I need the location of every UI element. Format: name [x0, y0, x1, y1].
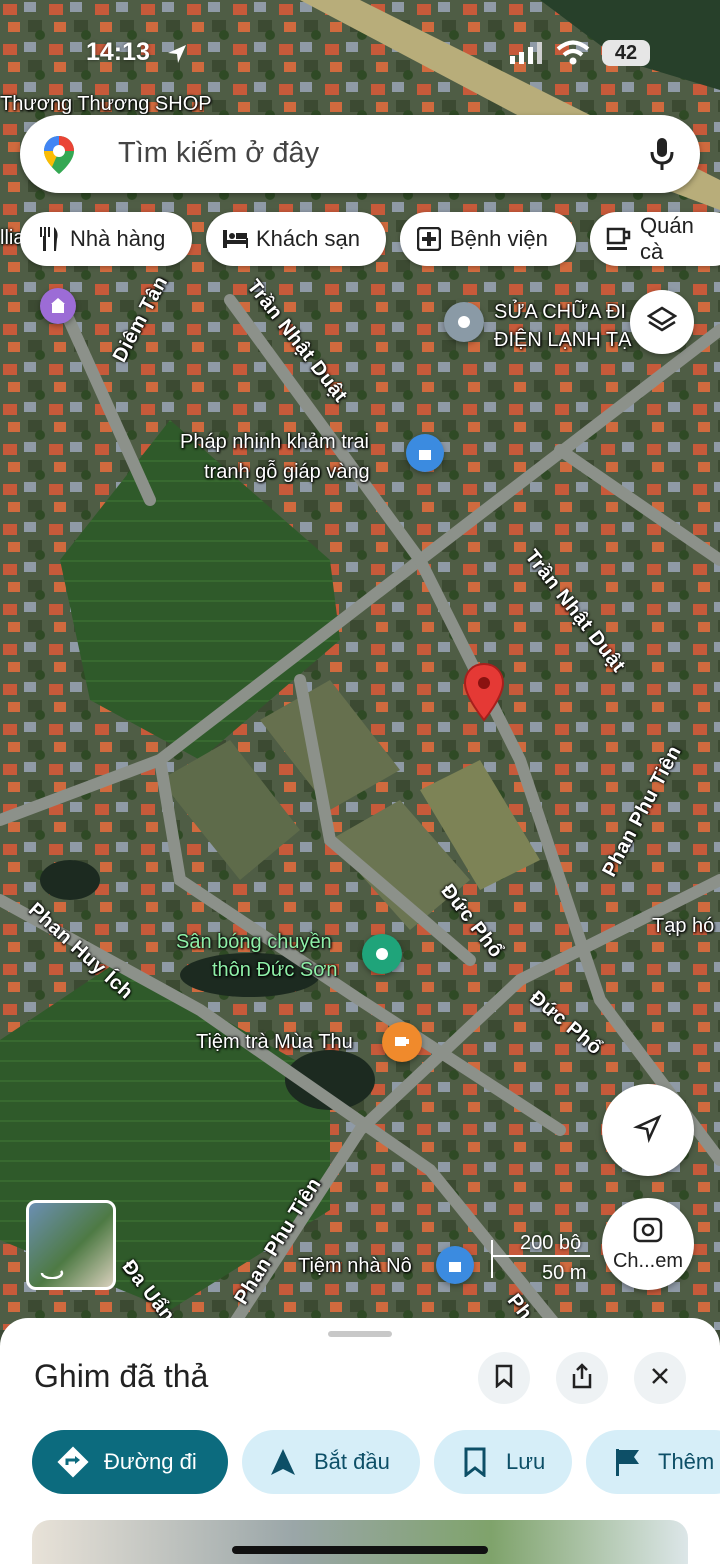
- layers-button[interactable]: [630, 290, 694, 354]
- bookmark-icon: [494, 1364, 514, 1393]
- poi-label-phap-1[interactable]: Pháp nhinh khảm trai: [180, 430, 369, 454]
- my-location-button[interactable]: [602, 1084, 694, 1176]
- chip-label: Bệnh viện: [450, 226, 548, 251]
- action-label: Thêm: [658, 1449, 715, 1474]
- chip-coffee[interactable]: Quán cà: [590, 212, 720, 266]
- sports-poi-icon[interactable]: [362, 934, 402, 974]
- coffee-icon: [606, 226, 632, 252]
- poi-label-repair-2[interactable]: ĐIỆN LẠNH TẠ: [494, 328, 631, 352]
- hospital-icon: [416, 226, 442, 252]
- poi-label-tiem-tra[interactable]: Tiệm trà Mùa Thu: [196, 1030, 353, 1054]
- repair-poi-icon[interactable]: [444, 302, 484, 342]
- shopping-bag-icon[interactable]: [406, 434, 444, 472]
- scale-bottom-label: 50 m: [542, 1262, 587, 1284]
- poi-label-repair-1[interactable]: SỬA CHỮA ĐI: [494, 300, 626, 324]
- poi-label-san-bong-2[interactable]: thôn Đức Sơn: [212, 958, 337, 982]
- street-view-thumbnail[interactable]: [26, 1200, 116, 1290]
- search-input[interactable]: Tìm kiếm ở đây: [118, 137, 319, 170]
- signal-icon: [510, 42, 544, 69]
- shopping-bag-icon[interactable]: [436, 1246, 474, 1284]
- navigate-arrow-icon: [266, 1445, 300, 1479]
- poi-label-tap-hoa[interactable]: Tạp hó: [652, 914, 714, 938]
- monument-poi-icon[interactable]: [40, 288, 76, 324]
- camera-lens-icon: [633, 1215, 663, 1248]
- navigation-arrow-icon: [632, 1113, 663, 1148]
- hotel-icon: [222, 226, 248, 252]
- restaurant-icon: [36, 226, 62, 252]
- lens-label: Ch...em: [612, 1250, 684, 1272]
- share-icon: [571, 1362, 593, 1394]
- chip-label: Khách sạn: [256, 226, 360, 251]
- poi-label-san-bong-1[interactable]: Sân bóng chuyền: [176, 930, 332, 954]
- action-label: Lưu: [506, 1449, 546, 1474]
- location-arrow-icon: [166, 43, 188, 70]
- chip-label: Nhà hàng: [70, 226, 166, 251]
- chip-label: Quán cà: [640, 213, 694, 264]
- scale-top-label: 200 bộ: [520, 1232, 582, 1254]
- wifi-icon: [556, 40, 590, 71]
- place-photo[interactable]: [32, 1520, 688, 1564]
- search-bar[interactable]: Tìm kiếm ở đây: [20, 115, 700, 193]
- action-label: Đường đi: [104, 1449, 197, 1474]
- lens-button[interactable]: Ch...em: [602, 1198, 694, 1290]
- sheet-drag-handle[interactable]: [328, 1331, 392, 1337]
- sheet-title: Ghim đã thả: [34, 1358, 209, 1394]
- bookmark-icon: [458, 1445, 492, 1479]
- start-button[interactable]: Bắt đầu: [242, 1430, 420, 1494]
- battery-indicator: 42: [602, 40, 650, 66]
- close-button[interactable]: [634, 1352, 686, 1404]
- flag-icon: [610, 1445, 644, 1479]
- action-label: Bắt đầu: [314, 1449, 390, 1474]
- directions-icon: [56, 1445, 90, 1479]
- save-button[interactable]: Lưu: [434, 1430, 572, 1494]
- bottom-sheet[interactable]: Ghim đã thả Đường đi Bắt đầu Lưu Thêm: [0, 1318, 720, 1564]
- save-bookmark-button[interactable]: [478, 1352, 530, 1404]
- directions-button[interactable]: Đường đi: [32, 1430, 228, 1494]
- maps-pin-logo-icon: [42, 135, 76, 180]
- share-button[interactable]: [556, 1352, 608, 1404]
- poi-label-phap-2[interactable]: tranh gỗ giáp vàng: [204, 460, 370, 484]
- poi-label-shop[interactable]: Thương Thương SHOP: [0, 92, 212, 116]
- poi-label-tiem-nha-no[interactable]: Tiệm nhà Nô: [298, 1254, 412, 1278]
- chip-restaurant[interactable]: Nhà hàng: [20, 212, 192, 266]
- cafe-poi-icon[interactable]: [382, 1022, 422, 1062]
- chip-hotel[interactable]: Khách sạn: [206, 212, 386, 266]
- layers-icon: [646, 305, 678, 340]
- close-icon: [650, 1366, 670, 1391]
- dropped-pin-icon[interactable]: [462, 662, 506, 727]
- status-time: 14:13: [86, 38, 150, 66]
- home-indicator: [232, 1546, 488, 1554]
- add-label-button[interactable]: Thêm: [586, 1430, 720, 1494]
- microphone-icon[interactable]: [650, 137, 674, 176]
- chip-hospital[interactable]: Bệnh viện: [400, 212, 576, 266]
